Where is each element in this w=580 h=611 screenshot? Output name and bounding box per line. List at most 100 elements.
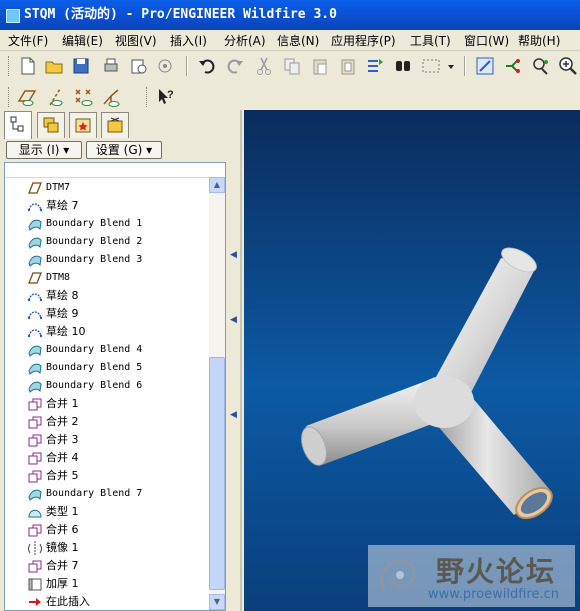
toolbar-grip[interactable]: [8, 56, 12, 76]
datum-plane-display-icon[interactable]: [16, 86, 38, 108]
boundary-blend-icon: [27, 378, 43, 394]
undo-icon[interactable]: [196, 55, 218, 77]
scroll-thumb[interactable]: [209, 357, 225, 590]
scroll-down-button[interactable]: ▼: [209, 594, 225, 610]
email-icon[interactable]: [127, 55, 149, 77]
title-bar: STQM (活动的) - Pro/ENGINEER Wildfire 3.0: [0, 0, 580, 30]
show-dropdown-button[interactable]: 显示 (I) ▾: [6, 141, 82, 159]
main-toolbar: [0, 51, 580, 81]
open-folder-icon[interactable]: [43, 55, 65, 77]
collapse-arrow-icon[interactable]: ◀: [230, 315, 238, 325]
favorites-tab[interactable]: [69, 112, 97, 138]
redo-icon[interactable]: [224, 55, 246, 77]
boundary-blend-icon: [27, 360, 43, 376]
mirror-icon: [27, 540, 43, 556]
panel-splitter[interactable]: ◀ ◀ ◀: [230, 110, 244, 611]
tree-item-label: 加厚 1: [46, 577, 79, 590]
datum-axis-display-icon[interactable]: [44, 86, 66, 108]
relations-icon[interactable]: [502, 55, 524, 77]
tree-item-label: Boundary Blend 1: [46, 218, 143, 229]
graphics-window[interactable]: [244, 110, 580, 611]
menu-edit[interactable]: 编辑(E): [62, 32, 103, 49]
menu-analysis[interactable]: 分析(A): [224, 32, 266, 49]
cut-icon[interactable]: [253, 55, 275, 77]
datum-plane-icon: [27, 180, 43, 196]
menu-bar: 文件(F) 编辑(E) 视图(V) 插入(I) 分析(A) 信息(N) 应用程序…: [0, 30, 580, 51]
save-icon[interactable]: [70, 55, 92, 77]
paste-icon[interactable]: [309, 55, 331, 77]
toolbar-separator: [464, 56, 466, 76]
scroll-up-button[interactable]: ▲: [209, 177, 225, 193]
navigator-panel: 显示 (I) ▾ 设置 (G) ▾ DTM7 草绘 7 Boundary Blend…: [0, 110, 230, 611]
menu-help[interactable]: 帮助(H): [518, 32, 560, 49]
tree-item-label: 草绘 10: [46, 325, 86, 338]
merge-icon: [27, 432, 43, 448]
tree-item-label: Boundary Blend 6: [46, 380, 143, 391]
menu-view[interactable]: 视图(V): [115, 32, 157, 49]
menu-tools[interactable]: 工具(T): [410, 32, 451, 49]
tree-item-label: 草绘 8: [46, 289, 79, 302]
view-refit-icon[interactable]: [474, 55, 496, 77]
tube-model[interactable]: [244, 110, 580, 611]
tree-item-label: 草绘 9: [46, 307, 79, 320]
select-box-icon[interactable]: [420, 55, 442, 77]
tree-scrollbar[interactable]: ▲ ▼: [209, 177, 225, 610]
menu-window[interactable]: 窗口(W): [464, 32, 509, 49]
settings-dropdown-button[interactable]: 设置 (G) ▾: [86, 141, 162, 159]
collapse-arrow-icon[interactable]: ◀: [230, 250, 238, 260]
tree-item-label: 镜像 1: [46, 541, 79, 554]
new-file-icon[interactable]: [16, 55, 38, 77]
menu-file[interactable]: 文件(F): [8, 32, 48, 49]
regenerate-icon[interactable]: [364, 55, 386, 77]
navigator-tabs: [0, 110, 230, 140]
menu-insert[interactable]: 插入(I): [170, 32, 207, 49]
tree-item-label: Boundary Blend 2: [46, 236, 143, 247]
tree-item-label: 在此插入: [46, 595, 90, 608]
tree-item-label: 合并 6: [46, 523, 79, 536]
tree-item-label: 类型 1: [46, 505, 79, 518]
merge-icon: [27, 468, 43, 484]
merge-icon: [27, 396, 43, 412]
tree-item-label: 合并 7: [46, 559, 79, 572]
insert-here-arrow-icon: [27, 594, 43, 610]
sketch-icon: [27, 288, 43, 304]
watermark-url: www.proewildfire.cn: [428, 587, 559, 602]
menu-info[interactable]: 信息(N): [277, 32, 319, 49]
context-help-icon[interactable]: ?: [154, 86, 176, 108]
toolbar-grip[interactable]: [8, 87, 12, 107]
copy-icon[interactable]: [281, 55, 303, 77]
merge-icon: [27, 522, 43, 538]
tree-item-label: Boundary Blend 5: [46, 362, 143, 373]
coordinate-system-display-icon[interactable]: [100, 86, 122, 108]
tree-item-label: 合并 1: [46, 397, 79, 410]
zoom-in-icon[interactable]: [557, 55, 579, 77]
model-tree-header: [5, 163, 225, 178]
sketch-icon: [27, 324, 43, 340]
browser-tab[interactable]: [101, 112, 129, 138]
link-icon[interactable]: [154, 55, 176, 77]
tree-item-label: 合并 3: [46, 433, 79, 446]
splitter-line: [240, 110, 242, 611]
parameters-icon[interactable]: [530, 55, 552, 77]
layer-tree-tab[interactable]: [37, 112, 65, 138]
boundary-blend-icon: [27, 234, 43, 250]
tree-item-label: DTM8: [46, 272, 71, 283]
model-tree-tab[interactable]: [4, 111, 32, 139]
forum-watermark: 野火论坛 www.proewildfire.cn: [368, 545, 575, 607]
watermark-logo-icon: [380, 559, 416, 592]
paste-special-icon[interactable]: [337, 55, 359, 77]
boundary-blend-icon: [27, 216, 43, 232]
app-icon: [6, 9, 20, 23]
collapse-arrow-icon[interactable]: ◀: [230, 410, 238, 420]
type-icon: [27, 504, 43, 520]
datum-plane-icon: [27, 270, 43, 286]
tree-item-label: DTM7: [46, 182, 71, 193]
boundary-blend-icon: [27, 486, 43, 502]
datum-point-display-icon[interactable]: [72, 86, 94, 108]
menu-applications[interactable]: 应用程序(P): [331, 32, 396, 49]
find-icon[interactable]: [392, 55, 414, 77]
print-icon[interactable]: [100, 55, 122, 77]
tree-item-label: 合并 2: [46, 415, 79, 428]
dropdown-arrow-icon[interactable]: [445, 55, 457, 77]
toolbar-grip[interactable]: [146, 87, 150, 107]
